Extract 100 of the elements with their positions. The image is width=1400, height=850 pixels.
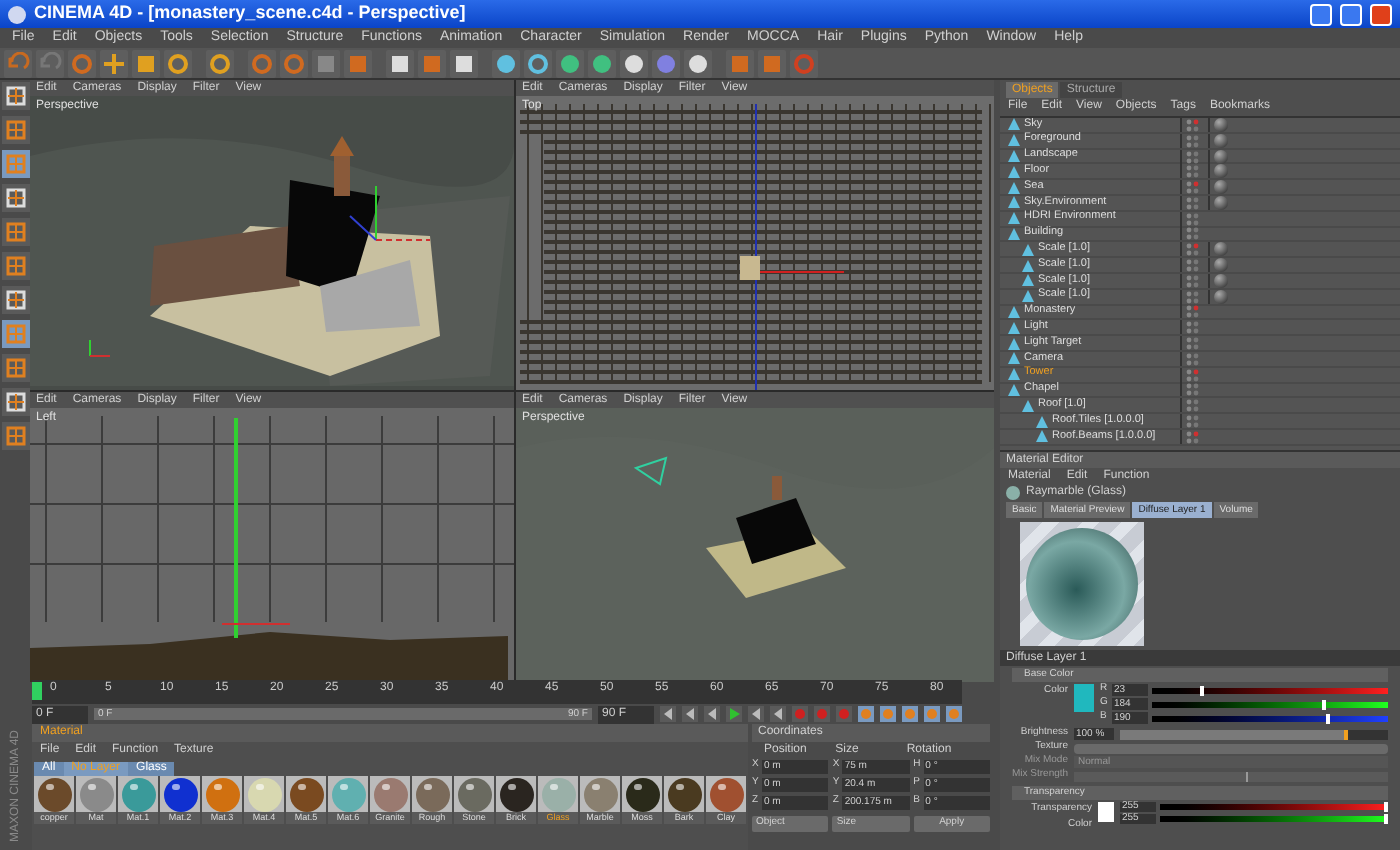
z-axis-icon bbox=[314, 51, 338, 75]
slider-thumb[interactable] bbox=[1199, 685, 1204, 695]
deformer-icon bbox=[654, 51, 678, 75]
environment-icon bbox=[686, 51, 710, 75]
array-button[interactable] bbox=[588, 49, 616, 77]
channel-slider[interactable] bbox=[1160, 804, 1388, 810]
y-axis-button[interactable] bbox=[280, 49, 308, 77]
render-settings-button[interactable] bbox=[450, 49, 478, 77]
grid-key-icon bbox=[948, 708, 960, 720]
texture-field[interactable] bbox=[1074, 743, 1388, 753]
channel-slider[interactable] bbox=[1152, 701, 1388, 707]
previous-frame-icon bbox=[684, 708, 696, 720]
nurbs-icon bbox=[558, 51, 582, 75]
last-frame-icon bbox=[772, 708, 784, 720]
cube-icon bbox=[494, 51, 518, 75]
move-button[interactable] bbox=[100, 49, 128, 77]
x-axis-icon bbox=[250, 51, 274, 75]
axis-mode-button[interactable] bbox=[1, 286, 29, 314]
scale-key-icon bbox=[882, 708, 894, 720]
color-swatch bbox=[1074, 684, 1094, 712]
next-frame-button[interactable] bbox=[748, 706, 764, 722]
minimize-button[interactable] bbox=[1310, 3, 1332, 25]
play-backward-icon bbox=[706, 708, 718, 720]
material-button[interactable] bbox=[758, 49, 786, 77]
rotate-button[interactable] bbox=[164, 49, 192, 77]
help-button[interactable] bbox=[726, 49, 754, 77]
rotate-icon bbox=[166, 51, 190, 75]
channel-slider[interactable] bbox=[1152, 715, 1388, 721]
redo-icon bbox=[38, 51, 62, 75]
play-backward-button[interactable] bbox=[704, 706, 720, 722]
uv-mode-button[interactable] bbox=[1, 320, 29, 348]
world-axis-icon bbox=[89, 339, 111, 357]
close-button[interactable] bbox=[1370, 3, 1392, 25]
model-mode-icon bbox=[3, 84, 27, 108]
recent-tool-button[interactable] bbox=[206, 49, 234, 77]
play-button[interactable] bbox=[726, 706, 742, 722]
render-settings-icon bbox=[452, 51, 476, 75]
object-mode-icon bbox=[3, 118, 27, 142]
object-mode-button[interactable] bbox=[1, 116, 29, 144]
previous-frame-button[interactable] bbox=[682, 706, 698, 722]
autokey-icon bbox=[816, 708, 828, 720]
uv-mode-icon bbox=[3, 322, 27, 346]
render-view-icon bbox=[388, 51, 412, 75]
checker-button[interactable] bbox=[1, 354, 29, 382]
array-icon bbox=[590, 51, 614, 75]
grid-icon bbox=[3, 390, 27, 414]
help-icon bbox=[728, 51, 752, 75]
material-icon bbox=[760, 51, 784, 75]
move-icon bbox=[102, 51, 126, 75]
points-mode-icon bbox=[3, 152, 27, 176]
mix-strength-slider[interactable] bbox=[1074, 771, 1388, 781]
nurbs-button[interactable] bbox=[556, 49, 584, 77]
window-title: CINEMA 4D - [monastery_scene.c4d - Perspective] bbox=[34, 0, 466, 27]
points-mode-button[interactable] bbox=[1, 150, 29, 178]
spline-button[interactable] bbox=[524, 49, 552, 77]
checker-icon bbox=[3, 356, 27, 380]
slider-thumb[interactable] bbox=[1321, 699, 1326, 709]
channel-slider[interactable] bbox=[1152, 687, 1388, 693]
x-axis-button[interactable] bbox=[248, 49, 276, 77]
spline-icon bbox=[526, 51, 550, 75]
record-icon bbox=[794, 708, 806, 720]
last-frame-button[interactable] bbox=[770, 706, 786, 722]
scene-icon bbox=[622, 51, 646, 75]
next-frame-icon bbox=[750, 708, 762, 720]
grid-button[interactable] bbox=[1, 388, 29, 416]
play-icon bbox=[728, 708, 740, 720]
render-view-button[interactable] bbox=[386, 49, 414, 77]
globe-icon bbox=[792, 51, 816, 75]
cubes-icon bbox=[3, 424, 27, 448]
texture-mode-button[interactable] bbox=[1, 252, 29, 280]
channel-slider[interactable] bbox=[1160, 816, 1388, 822]
world-icon bbox=[346, 51, 370, 75]
camera-icon bbox=[633, 456, 668, 486]
axis-gizmo-drawing bbox=[349, 185, 431, 241]
keyframe-icon bbox=[838, 708, 850, 720]
texture-mode-icon bbox=[3, 254, 27, 278]
scale-button[interactable] bbox=[132, 49, 160, 77]
param-key-icon bbox=[926, 708, 938, 720]
model-mode-button[interactable] bbox=[1, 82, 29, 110]
cubes-button[interactable] bbox=[1, 422, 29, 450]
first-frame-button[interactable] bbox=[660, 706, 676, 722]
environment-button[interactable] bbox=[684, 49, 712, 77]
cube-button[interactable] bbox=[492, 49, 520, 77]
polygons-mode-icon bbox=[3, 220, 27, 244]
y-axis-icon bbox=[282, 51, 306, 75]
slider-thumb[interactable] bbox=[1326, 713, 1331, 723]
scene-button[interactable] bbox=[620, 49, 648, 77]
app-icon bbox=[8, 5, 26, 23]
polygons-mode-button[interactable] bbox=[1, 218, 29, 246]
color-swatch bbox=[1098, 802, 1114, 822]
render-picture-icon bbox=[420, 51, 444, 75]
pointer-button[interactable] bbox=[68, 49, 96, 77]
rotate-key-icon bbox=[904, 708, 916, 720]
maximize-button[interactable] bbox=[1340, 3, 1362, 25]
z-axis-button[interactable] bbox=[312, 49, 340, 77]
world-button[interactable] bbox=[344, 49, 372, 77]
material-icon bbox=[1006, 486, 1020, 500]
monastery-drawing bbox=[706, 476, 846, 598]
edges-mode-button[interactable] bbox=[1, 184, 29, 212]
recent-tool-icon bbox=[208, 51, 232, 75]
